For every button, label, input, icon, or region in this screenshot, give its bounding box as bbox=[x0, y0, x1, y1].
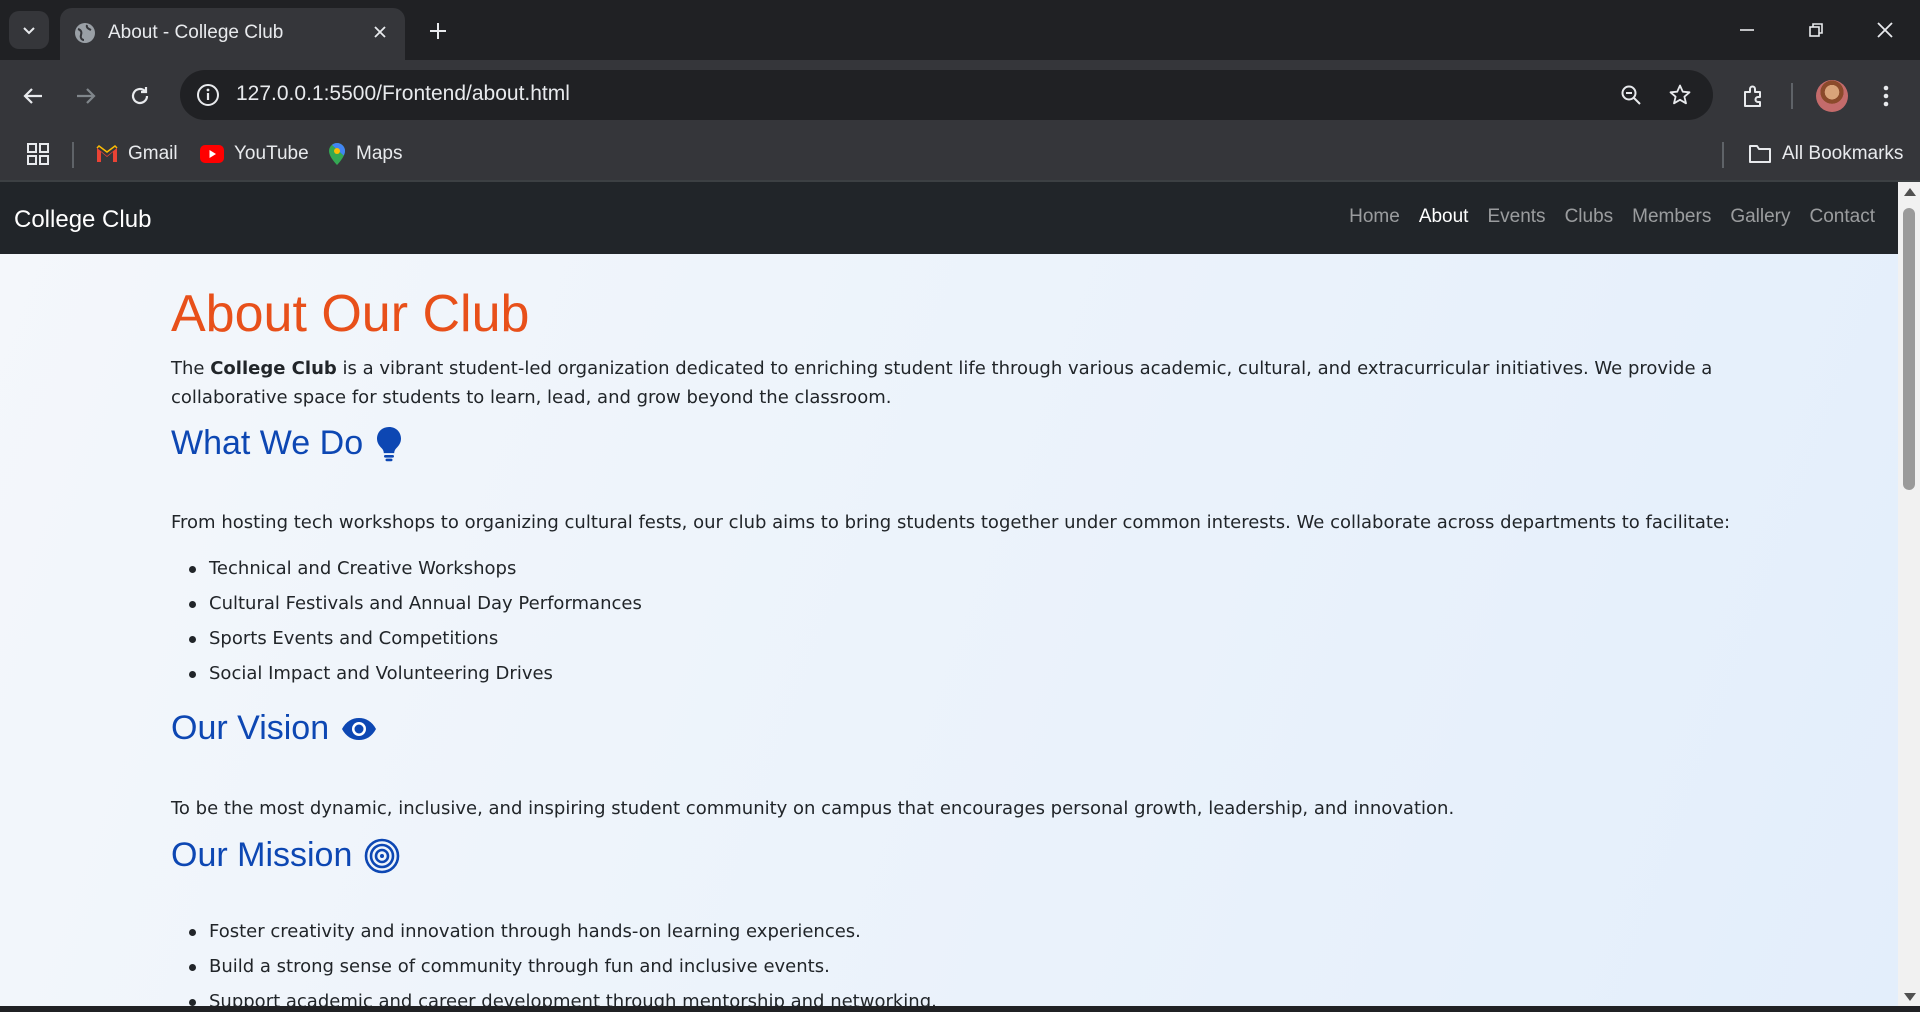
all-bookmarks-label: All Bookmarks bbox=[1782, 143, 1904, 164]
list-item: Build a strong sense of community throug… bbox=[189, 953, 937, 988]
what-we-do-title: What We Do bbox=[171, 424, 364, 462]
all-bookmarks-button[interactable]: All Bookmarks bbox=[1748, 138, 1903, 170]
nav-link-clubs[interactable]: Clubs bbox=[1565, 206, 1614, 228]
nav-link-contact[interactable]: Contact bbox=[1810, 206, 1875, 228]
scroll-down-arrow-icon[interactable] bbox=[1904, 993, 1916, 1001]
scroll-up-arrow-icon[interactable] bbox=[1904, 188, 1916, 196]
eye-icon bbox=[342, 717, 377, 740]
close-window-button[interactable] bbox=[1862, 10, 1908, 50]
arrow-left-icon bbox=[23, 88, 42, 104]
bookmark-star-icon[interactable] bbox=[1665, 80, 1695, 110]
bookmarks-bar: Gmail YouTube Maps All Bookmarks bbox=[0, 130, 1920, 180]
intro-club-name: College Club bbox=[210, 358, 337, 379]
bookmark-label: Gmail bbox=[128, 143, 178, 164]
scroll-thumb[interactable] bbox=[1903, 208, 1915, 490]
close-icon bbox=[1877, 22, 1893, 38]
address-bar[interactable]: 127.0.0.1:5500/Frontend/about.html bbox=[180, 70, 1713, 120]
toolbar-divider bbox=[1791, 83, 1793, 109]
list-item: Technical and Creative Workshops bbox=[189, 555, 642, 590]
nav-link-about[interactable]: About bbox=[1419, 206, 1469, 228]
bookmark-label: Maps bbox=[356, 143, 403, 164]
reload-icon bbox=[131, 87, 149, 105]
site-navbar: College Club Home About Events Clubs Mem… bbox=[0, 182, 1898, 254]
active-tab[interactable]: About - College Club bbox=[60, 8, 405, 60]
nav-link-home[interactable]: Home bbox=[1349, 206, 1400, 228]
nav-links: Home About Events Clubs Members Gallery … bbox=[1349, 206, 1875, 228]
reload-button[interactable] bbox=[120, 76, 160, 116]
maps-icon bbox=[329, 143, 345, 165]
nav-link-gallery[interactable]: Gallery bbox=[1730, 206, 1790, 228]
list-item: Support academic and career development … bbox=[189, 988, 937, 1006]
tab-search-button[interactable] bbox=[9, 11, 49, 49]
chevron-down-icon bbox=[23, 27, 35, 35]
site-info-icon[interactable] bbox=[194, 81, 222, 109]
lightbulb-icon bbox=[377, 426, 402, 461]
vision-heading: Our Vision bbox=[171, 709, 377, 748]
list-item: Cultural Festivals and Annual Day Perfor… bbox=[189, 590, 642, 625]
list-item: Social Impact and Volunteering Drives bbox=[189, 660, 642, 695]
nav-link-members[interactable]: Members bbox=[1632, 206, 1711, 228]
what-we-do-heading: What We Do bbox=[171, 424, 403, 463]
intro-text-start: The bbox=[171, 358, 211, 379]
target-icon bbox=[365, 838, 400, 873]
vision-text: To be the most dynamic, inclusive, and i… bbox=[171, 798, 1455, 819]
globe-icon bbox=[75, 23, 95, 43]
intro-paragraph: The College Club is a vibrant student-le… bbox=[171, 354, 1731, 412]
restore-icon bbox=[1809, 23, 1823, 37]
window-bottom-edge bbox=[0, 1006, 1920, 1012]
page-title: About Our Club bbox=[171, 285, 530, 343]
mission-list: Foster creativity and innovation through… bbox=[189, 918, 937, 1006]
folder-icon bbox=[1749, 145, 1771, 163]
bookmark-label: YouTube bbox=[234, 143, 309, 164]
back-button[interactable] bbox=[13, 76, 53, 116]
forward-button[interactable] bbox=[66, 76, 106, 116]
minimize-button[interactable] bbox=[1724, 10, 1770, 50]
list-item: Sports Events and Competitions bbox=[189, 625, 642, 660]
apps-button[interactable] bbox=[26, 138, 50, 170]
what-we-do-list: Technical and Creative Workshops Cultura… bbox=[189, 555, 642, 695]
tab-title: About - College Club bbox=[108, 22, 284, 43]
tab-strip: About - College Club bbox=[0, 0, 1920, 60]
apps-grid-icon bbox=[27, 143, 49, 165]
mission-heading: Our Mission bbox=[171, 836, 400, 875]
bookmarks-separator bbox=[1722, 142, 1724, 168]
vision-title: Our Vision bbox=[171, 709, 330, 747]
what-we-do-text: From hosting tech workshops to organizin… bbox=[171, 512, 1731, 533]
arrow-right-icon bbox=[77, 88, 96, 104]
intro-text-rest: is a vibrant student-led organization de… bbox=[171, 358, 1713, 408]
bookmarks-separator bbox=[72, 142, 74, 168]
list-item: Foster creativity and innovation through… bbox=[189, 918, 937, 953]
zoom-icon[interactable] bbox=[1616, 80, 1646, 110]
gmail-icon bbox=[96, 145, 118, 162]
plus-icon bbox=[430, 23, 446, 39]
restore-button[interactable] bbox=[1793, 10, 1839, 50]
profile-avatar[interactable] bbox=[1816, 80, 1848, 112]
bookmark-youtube[interactable]: YouTube bbox=[200, 138, 309, 170]
close-tab-icon[interactable] bbox=[366, 18, 394, 46]
extensions-icon[interactable] bbox=[1736, 78, 1772, 114]
bookmark-maps[interactable]: Maps bbox=[328, 138, 402, 170]
mission-title: Our Mission bbox=[171, 836, 353, 874]
url-text[interactable]: 127.0.0.1:5500/Frontend/about.html bbox=[236, 82, 570, 106]
new-tab-button[interactable] bbox=[422, 15, 454, 47]
menu-kebab-icon[interactable] bbox=[1868, 78, 1904, 114]
nav-link-events[interactable]: Events bbox=[1487, 206, 1545, 228]
page-scrollbar[interactable] bbox=[1898, 182, 1920, 1006]
minimize-icon bbox=[1740, 29, 1754, 31]
site-brand[interactable]: College Club bbox=[14, 206, 151, 234]
youtube-icon bbox=[200, 145, 224, 163]
bookmark-gmail[interactable]: Gmail bbox=[96, 138, 178, 170]
page-viewport: College Club Home About Events Clubs Mem… bbox=[0, 182, 1898, 1006]
